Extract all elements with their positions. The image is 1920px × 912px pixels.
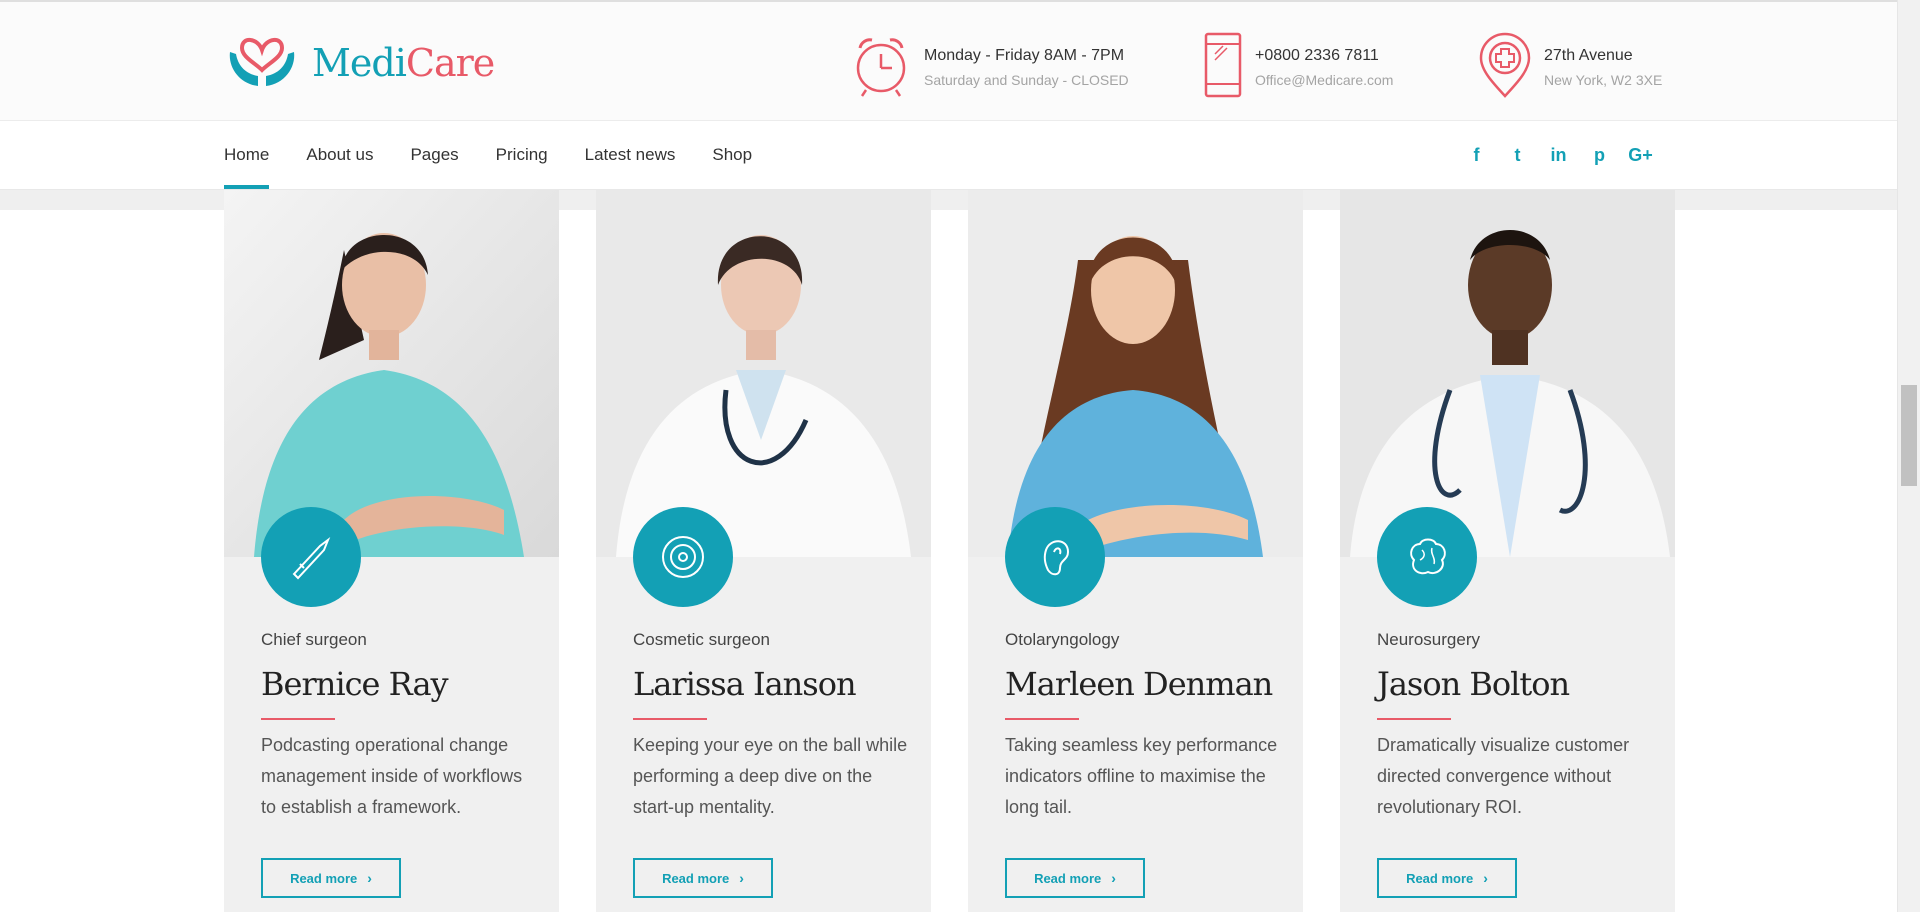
doctor-description: Taking seamless key performance indicato… (1005, 735, 1278, 817)
doctor-description: Podcasting operational change management… (261, 735, 523, 817)
disc-icon (633, 507, 733, 607)
scalpel-icon (261, 507, 361, 607)
doctor-role: Neurosurgery (1377, 630, 1480, 649)
team-card: Chief surgeon Bernice Ray Podcasting ope… (224, 190, 559, 912)
nav-about-us[interactable]: About us (306, 121, 373, 189)
doctor-photo (1340, 190, 1675, 557)
nav-home[interactable]: Home (224, 121, 270, 189)
read-more-button[interactable]: Read more › (261, 858, 401, 898)
vertical-scrollbar[interactable] (1897, 0, 1920, 912)
linkedin-icon[interactable]: in (1538, 145, 1579, 166)
nav-pricing[interactable]: Pricing (496, 121, 548, 189)
chevron-right-icon: › (1483, 870, 1488, 886)
read-more-button[interactable]: Read more › (1005, 858, 1145, 898)
nav-shop[interactable]: Shop (712, 121, 752, 189)
doctor-description: Dramatically visualize customer directed… (1377, 735, 1630, 817)
doctor-role: Chief surgeon (261, 630, 367, 649)
doctor-name: Larissa Ianson (633, 665, 857, 703)
title-underline (633, 718, 707, 720)
page: MediCare Monday - Friday 8AM - 7PM Satur… (0, 0, 1898, 912)
team-card: Neurosurgery Jason Bolton Dramatically v… (1340, 190, 1675, 912)
hours-weekdays: Monday - Friday 8AM - 7PM (924, 46, 1125, 64)
chevron-right-icon: › (1111, 870, 1116, 886)
nav-latest-news[interactable]: Latest news (585, 121, 676, 189)
doctor-name: Marleen Denman (1005, 665, 1273, 703)
read-more-button[interactable]: Read more › (1377, 858, 1517, 898)
title-underline (1377, 718, 1451, 720)
facebook-icon[interactable]: f (1456, 145, 1497, 166)
read-more-button[interactable]: Read more › (633, 858, 773, 898)
chevron-right-icon: › (367, 870, 372, 886)
doctor-role: Cosmetic surgeon (633, 630, 771, 649)
doctor-name: Bernice Ray (261, 665, 449, 703)
team-card: Cosmetic surgeon Larissa Ianson Keeping … (596, 190, 931, 912)
address: 27th Avenue New York, W2 3XE (1478, 32, 1662, 103)
nav-pages[interactable]: Pages (410, 121, 458, 189)
twitter-icon[interactable]: t (1497, 145, 1538, 166)
address-city: New York, W2 3XE (1544, 71, 1663, 88)
doctor-photo (224, 190, 559, 557)
doctor-description: Keeping your eye on the ball while perfo… (633, 735, 908, 817)
logo-hands-heart-icon (224, 30, 300, 95)
social-links: f t in p G+ (1456, 145, 1661, 166)
hours-weekend: Saturday and Sunday - CLOSED (924, 71, 1129, 88)
main-navigation: Home About us Pages Pricing Latest news … (0, 121, 1898, 190)
pinterest-icon[interactable]: p (1579, 145, 1620, 166)
doctor-photo (596, 190, 931, 557)
location-pin-icon (1478, 32, 1532, 103)
logo-text: MediCare (312, 40, 495, 85)
scrollbar-thumb[interactable] (1901, 385, 1917, 486)
email-address[interactable]: Office@Medicare.com (1255, 68, 1393, 92)
doctor-name: Jason Bolton (1377, 665, 1570, 703)
title-underline (1005, 718, 1079, 720)
contact-phone: +0800 2336 7811 Office@Medicare.com (1203, 32, 1393, 103)
header-top: MediCare Monday - Friday 8AM - 7PM Satur… (0, 0, 1898, 121)
ear-icon (1005, 507, 1105, 607)
alarm-clock-icon (850, 32, 912, 103)
doctor-photo (968, 190, 1303, 557)
title-underline (261, 718, 335, 720)
chevron-right-icon: › (739, 870, 744, 886)
team-card: Otolaryngology Marleen Denman Taking sea… (968, 190, 1303, 912)
phone-number[interactable]: +0800 2336 7811 (1255, 44, 1393, 68)
google-plus-icon[interactable]: G+ (1620, 145, 1661, 166)
logo[interactable]: MediCare (224, 30, 495, 95)
doctor-role: Otolaryngology (1005, 630, 1120, 649)
address-street: 27th Avenue (1544, 46, 1633, 64)
brain-icon (1377, 507, 1477, 607)
opening-hours: Monday - Friday 8AM - 7PM Saturday and S… (850, 32, 1129, 103)
phone-icon (1203, 32, 1243, 103)
